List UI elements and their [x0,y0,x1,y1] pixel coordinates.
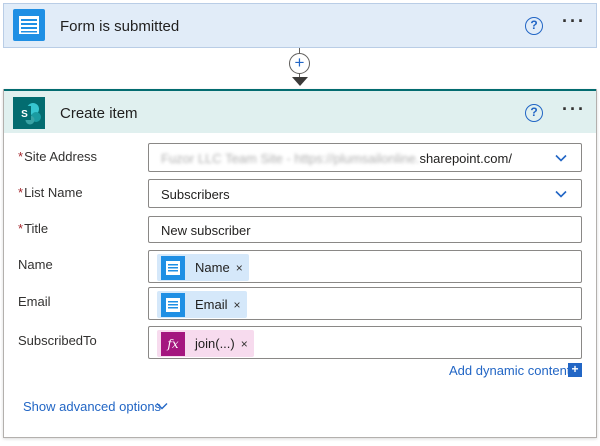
name-token-label: Name [195,260,230,275]
site-address-visible: sharepoint.com/ [419,151,512,166]
forms-icon [161,292,185,317]
insert-step-button[interactable]: + [289,53,310,74]
list-name-label-text: List Name [24,185,83,200]
subscribed-to-token[interactable]: fx join(...) × [157,330,254,357]
trigger-title: Form is submitted [60,18,180,35]
site-address-label-text: Site Address [24,149,98,164]
action-card-create-item: S Create item ? ··· *Site Address Fuzor … [3,89,597,438]
action-header[interactable]: S Create item ? ··· [4,89,596,133]
site-address-dropdown[interactable]: Fuzor LLC Team Site - https://plumsailon… [148,143,582,172]
required-marker: * [18,221,24,236]
help-icon[interactable]: ? [525,17,543,35]
add-dynamic-content-link[interactable]: Add dynamic content [449,363,570,378]
chevron-down-icon[interactable] [555,188,567,200]
subscribed-to-label: SubscribedTo [18,333,97,348]
email-input[interactable]: Email × [148,287,582,320]
arrow-down-icon [292,77,308,86]
title-input[interactable]: New subscriber [148,216,582,243]
more-options-icon[interactable]: ··· [562,100,586,118]
forms-icon [13,9,45,41]
close-icon[interactable]: × [241,337,248,351]
forms-icon [161,255,185,280]
name-label: Name [18,257,53,272]
subscribed-to-token-label: join(...) [195,336,235,351]
close-icon[interactable]: × [236,261,243,275]
title-label-text: Title [24,221,49,236]
required-marker: * [18,149,24,164]
name-token[interactable]: Name × [157,254,249,281]
close-icon[interactable]: × [234,298,241,312]
subscribed-to-input[interactable]: fx join(...) × [148,326,582,359]
expression-fx-icon: fx [161,331,185,356]
site-address-value: Fuzor LLC Team Site - https://plumsailon… [161,151,512,166]
list-name-value: Subscribers [161,187,230,202]
title-value: New subscriber [161,223,251,238]
list-name-dropdown[interactable]: Subscribers [148,179,582,208]
chevron-down-icon[interactable] [156,400,168,412]
svg-text:S: S [21,109,28,120]
site-address-label: *Site Address [18,149,97,164]
name-input[interactable]: Name × [148,250,582,283]
add-icon[interactable]: + [568,363,582,377]
required-marker: * [18,185,24,200]
title-label: *Title [18,221,48,236]
email-label: Email [18,294,51,309]
email-token-label: Email [195,297,228,312]
trigger-card-form-submitted[interactable]: Form is submitted ? ··· [3,3,597,48]
email-token[interactable]: Email × [157,291,247,318]
sharepoint-icon: S [13,97,45,129]
show-advanced-options-link[interactable]: Show advanced options [23,399,161,414]
action-title: Create item [60,105,138,122]
help-icon[interactable]: ? [525,104,543,122]
more-options-icon[interactable]: ··· [562,12,586,30]
list-name-label: *List Name [18,185,83,200]
chevron-down-icon[interactable] [555,152,567,164]
site-address-blurred: Fuzor LLC Team Site - https://plumsailon… [161,151,420,166]
